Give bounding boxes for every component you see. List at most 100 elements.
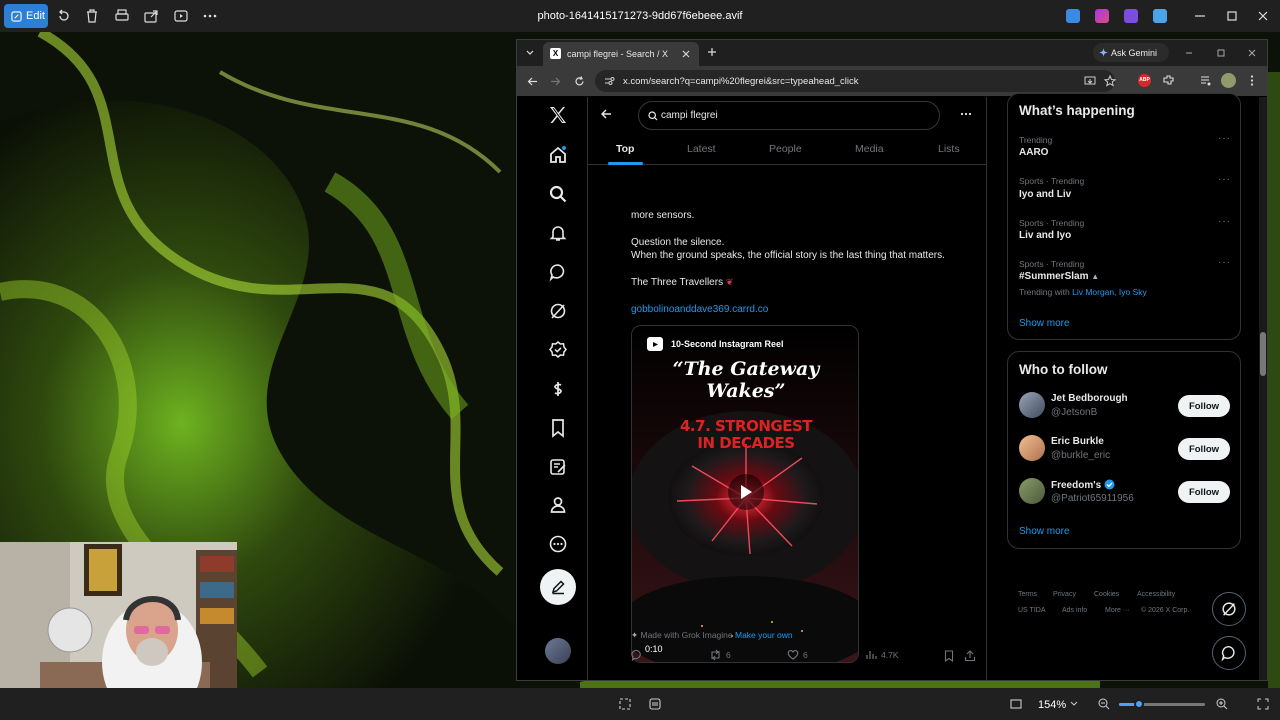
bookmark-icon[interactable] bbox=[944, 650, 954, 662]
back-icon[interactable] bbox=[527, 76, 538, 87]
make-your-own-link[interactable]: Make your own bbox=[735, 630, 793, 640]
zoom-slider-thumb[interactable] bbox=[1134, 699, 1144, 709]
articles-icon[interactable] bbox=[548, 457, 568, 477]
video-player[interactable]: 10-Second Instagram Reel “The Gateway Wa… bbox=[631, 325, 859, 663]
repost-button[interactable]: 6 bbox=[709, 649, 731, 661]
address-bar: x.com/search?q=campi%20flegrei&src=typea… bbox=[517, 66, 1267, 96]
messages-fab-button[interactable] bbox=[1212, 636, 1246, 670]
site-info-icon[interactable] bbox=[604, 76, 615, 86]
trend-more-icon[interactable]: ··· bbox=[1218, 174, 1231, 185]
tab-lists[interactable]: Lists bbox=[938, 143, 960, 155]
tab-latest[interactable]: Latest bbox=[687, 143, 716, 155]
play-button[interactable] bbox=[728, 474, 764, 510]
grok-icon[interactable] bbox=[548, 301, 568, 321]
minimize-icon[interactable] bbox=[1192, 8, 1208, 24]
app-tray-icon[interactable] bbox=[1124, 9, 1138, 23]
profile-avatar[interactable] bbox=[1221, 73, 1236, 88]
footer-cookies[interactable]: Cookies bbox=[1094, 591, 1119, 598]
scrollbar-thumb[interactable] bbox=[1260, 332, 1266, 376]
left-nav bbox=[517, 97, 587, 680]
avatar[interactable] bbox=[1019, 478, 1045, 504]
follow-button[interactable]: Follow bbox=[1178, 481, 1230, 503]
views-button[interactable]: 4.7K bbox=[865, 649, 899, 660]
browser-menu-icon[interactable] bbox=[1247, 74, 1257, 87]
who-to-follow-title: Who to follow bbox=[1019, 362, 1108, 377]
post-link[interactable]: gobbolinoanddave369.carrd.co bbox=[631, 304, 768, 315]
tab-top[interactable]: Top bbox=[616, 143, 634, 155]
zoom-level[interactable]: 154% bbox=[1038, 699, 1066, 711]
footer-terms[interactable]: Terms bbox=[1018, 591, 1037, 598]
home-icon[interactable] bbox=[548, 145, 568, 165]
search-input[interactable]: campi flegrei bbox=[638, 101, 940, 130]
maximize-icon[interactable] bbox=[1224, 8, 1240, 24]
install-app-icon[interactable] bbox=[1084, 75, 1096, 87]
trend-more-icon[interactable]: ··· bbox=[1218, 216, 1231, 227]
url-field[interactable]: x.com/search?q=campi%20flegrei&src=typea… bbox=[595, 70, 1116, 92]
tab-list-icon[interactable] bbox=[525, 48, 535, 58]
premium-icon[interactable] bbox=[548, 340, 568, 360]
app-tray-icon[interactable] bbox=[1066, 9, 1080, 23]
grok-fab-button[interactable] bbox=[1212, 592, 1246, 626]
footer-ads-info[interactable]: Ads info bbox=[1062, 607, 1087, 614]
messages-icon[interactable] bbox=[548, 262, 568, 282]
ask-gemini-button[interactable]: Ask Gemini bbox=[1093, 43, 1169, 62]
footer-more[interactable]: More ··· bbox=[1105, 607, 1130, 614]
post-link-text[interactable]: gobbolinoanddave369.carrd.co bbox=[631, 304, 768, 315]
tab-media[interactable]: Media bbox=[855, 143, 884, 155]
notifications-icon[interactable] bbox=[548, 223, 568, 243]
extensions-icon[interactable] bbox=[1162, 74, 1175, 87]
app-tray-icon[interactable] bbox=[1095, 9, 1109, 23]
search-options-icon[interactable] bbox=[960, 109, 972, 119]
follow-button[interactable]: Follow bbox=[1178, 438, 1230, 460]
forward-icon[interactable] bbox=[550, 76, 561, 87]
search-icon[interactable] bbox=[548, 184, 568, 204]
tab-close-icon[interactable] bbox=[682, 50, 690, 58]
profile-icon[interactable] bbox=[548, 495, 568, 515]
reload-icon[interactable] bbox=[574, 76, 585, 87]
footer-us-tida[interactable]: US TIDA bbox=[1018, 607, 1046, 614]
bookmark-star-icon[interactable] bbox=[1104, 75, 1116, 87]
share-icon[interactable] bbox=[964, 650, 976, 662]
back-arrow-icon[interactable] bbox=[600, 108, 612, 120]
page-scrollbar[interactable] bbox=[1259, 97, 1267, 680]
media-controls-icon[interactable] bbox=[1199, 74, 1212, 87]
chevron-down-icon[interactable] bbox=[1069, 699, 1079, 709]
post-signature: The Three Travellers ❦ bbox=[631, 277, 733, 288]
trends-show-more[interactable]: Show more bbox=[1019, 318, 1070, 329]
trend-with-links[interactable]: Liv Morgan, Iyo Sky bbox=[1072, 287, 1147, 297]
trend-more-icon[interactable]: ··· bbox=[1218, 133, 1231, 144]
avatar[interactable] bbox=[1019, 392, 1045, 418]
like-button[interactable]: 6 bbox=[787, 649, 808, 660]
maximize-icon[interactable] bbox=[1216, 48, 1226, 58]
reel-icon bbox=[647, 337, 663, 351]
footer-accessibility[interactable]: Accessibility bbox=[1137, 591, 1175, 598]
account-avatar[interactable] bbox=[545, 638, 571, 664]
follow-button[interactable]: Follow bbox=[1178, 395, 1230, 417]
new-tab-icon[interactable] bbox=[707, 47, 717, 57]
url-text: x.com/search?q=campi%20flegrei&src=typea… bbox=[623, 76, 859, 87]
browser-tab[interactable]: X campi flegrei - Search / X bbox=[543, 42, 699, 66]
bookmarks-icon[interactable] bbox=[548, 418, 568, 438]
reply-button[interactable] bbox=[631, 649, 643, 661]
follow-show-more[interactable]: Show more bbox=[1019, 526, 1070, 537]
adblock-extension-icon[interactable]: ABP bbox=[1138, 74, 1151, 87]
more-icon[interactable] bbox=[548, 534, 568, 554]
fit-screen-icon[interactable] bbox=[1009, 697, 1023, 711]
minimize-icon[interactable] bbox=[1184, 48, 1194, 58]
cloud-icon[interactable] bbox=[1153, 9, 1167, 23]
user-name: Eric Burkle bbox=[1051, 436, 1104, 447]
close-icon[interactable] bbox=[1255, 8, 1271, 24]
crop-icon[interactable] bbox=[618, 697, 632, 711]
footer-privacy[interactable]: Privacy bbox=[1053, 591, 1076, 598]
zoom-out-icon[interactable] bbox=[1097, 697, 1111, 711]
zoom-in-icon[interactable] bbox=[1215, 697, 1229, 711]
close-icon[interactable] bbox=[1247, 48, 1257, 58]
tab-people[interactable]: People bbox=[769, 143, 802, 155]
scan-text-icon[interactable] bbox=[648, 697, 662, 711]
avatar[interactable] bbox=[1019, 435, 1045, 461]
compose-post-button[interactable] bbox=[540, 569, 576, 605]
full-screen-icon[interactable] bbox=[1256, 697, 1270, 711]
x-logo-icon[interactable] bbox=[548, 105, 568, 125]
monetization-icon[interactable] bbox=[548, 379, 568, 399]
trend-more-icon[interactable]: ··· bbox=[1218, 257, 1231, 268]
